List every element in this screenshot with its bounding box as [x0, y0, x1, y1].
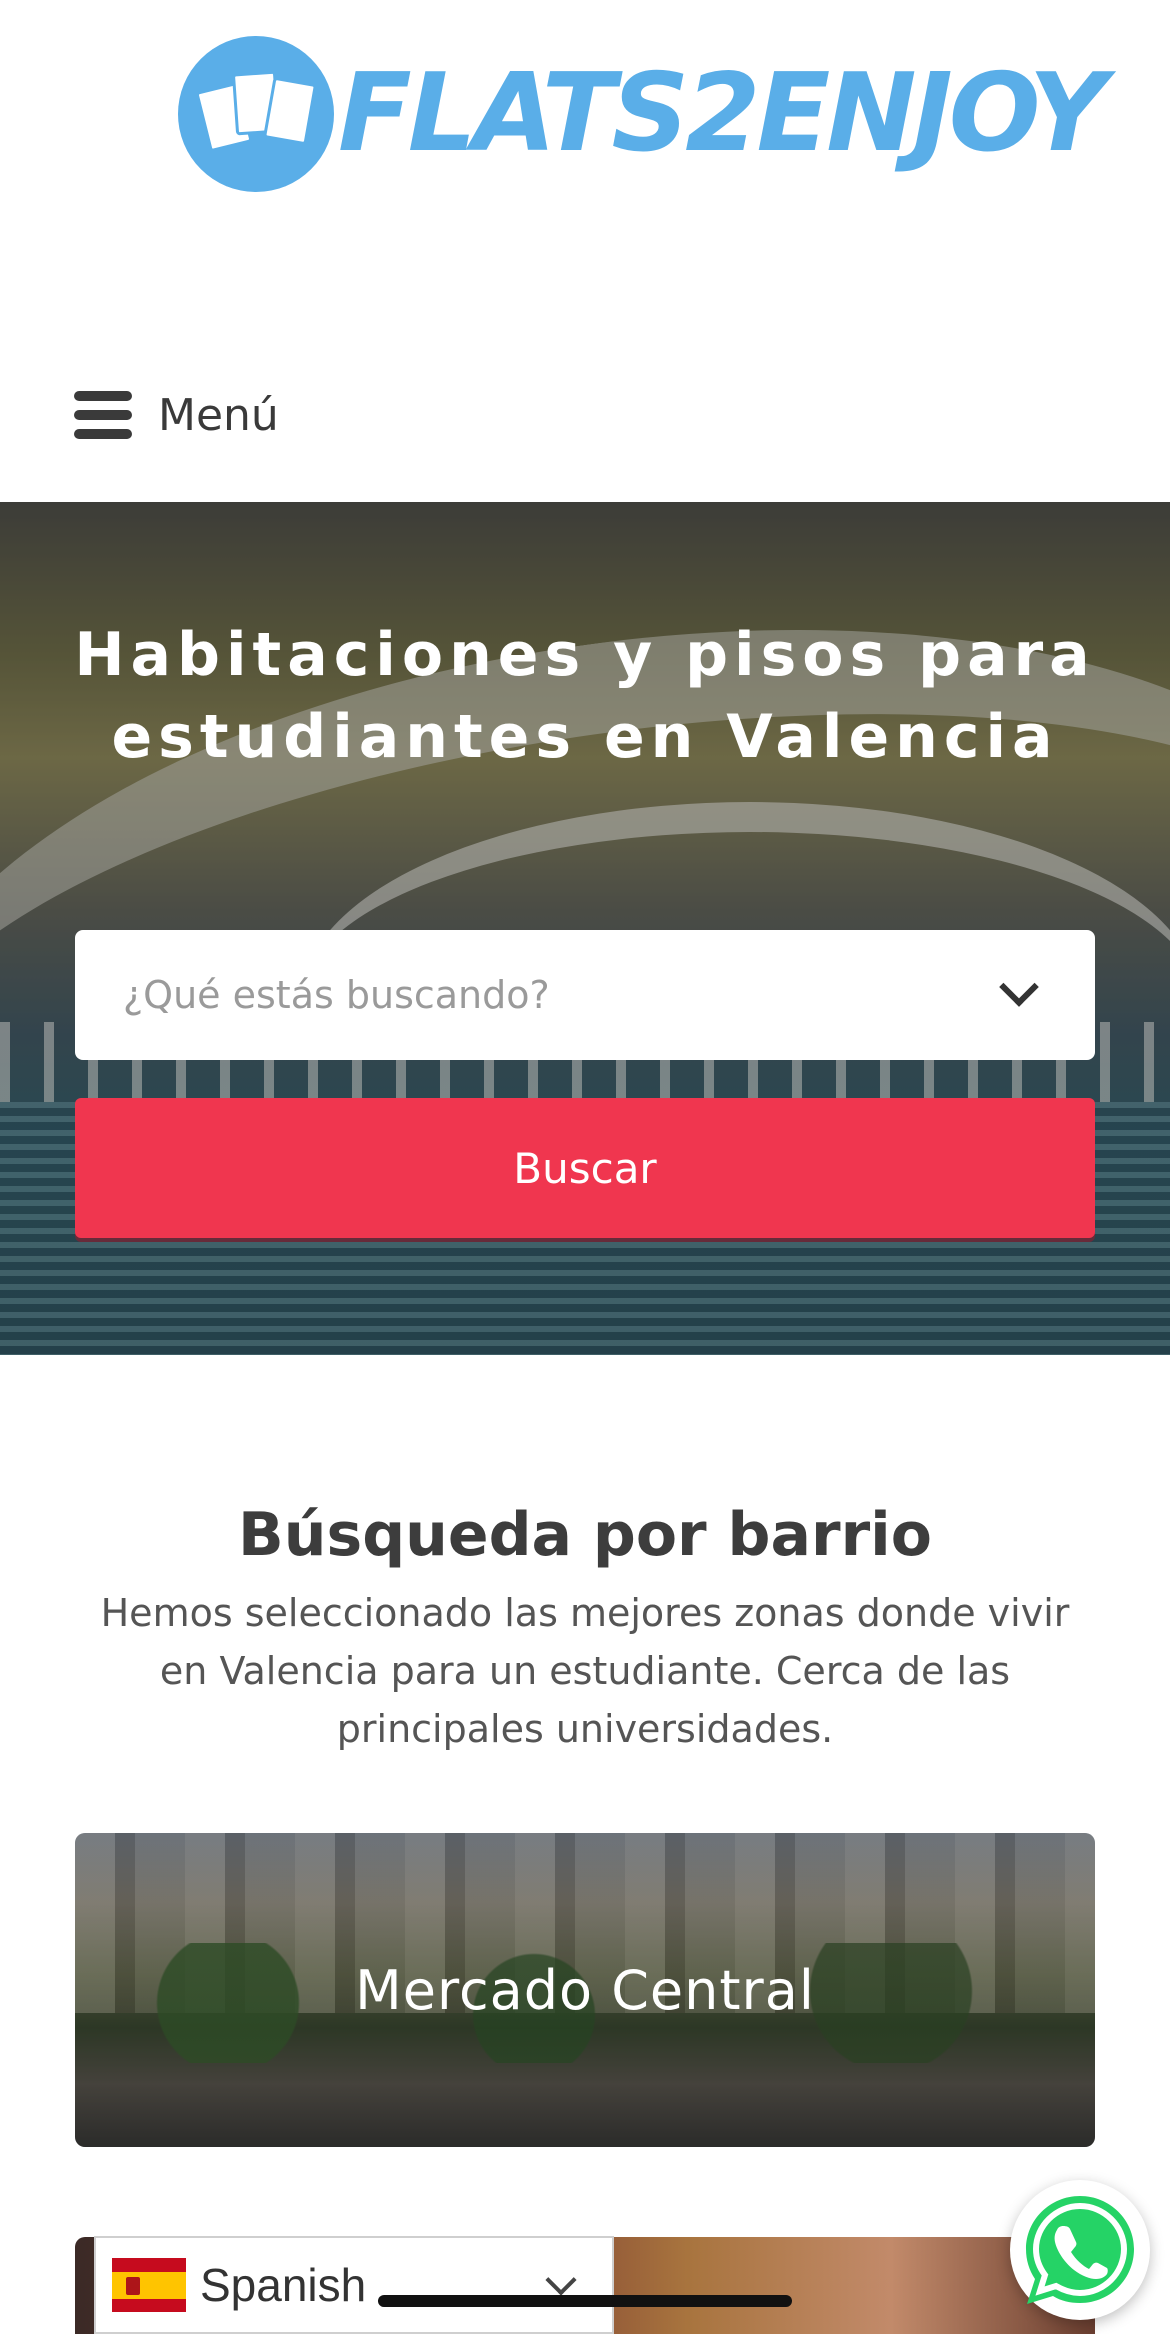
hamburger-icon — [74, 391, 132, 439]
chevron-down-icon — [999, 967, 1039, 1007]
language-select[interactable]: Spanish — [94, 2236, 614, 2334]
search-select[interactable]: ¿Qué estás buscando? — [75, 930, 1095, 1060]
hero-banner: Habitaciones y pisos para estudiantes en… — [0, 502, 1170, 1355]
home-indicator — [378, 2295, 792, 2307]
section-description: Hemos seleccionado las mejores zonas don… — [100, 1591, 1070, 1751]
whatsapp-button[interactable] — [1010, 2180, 1150, 2320]
neighborhood-card-label: Mercado Central — [355, 1958, 815, 2022]
spain-flag-icon — [112, 2258, 186, 2312]
hero-title: Habitaciones y pisos para estudiantes en… — [74, 620, 1096, 772]
neighborhood-card-mercado-central[interactable]: Mercado Central — [75, 1833, 1095, 2147]
site-logo[interactable]: FLATS2ENJOY — [178, 34, 1107, 194]
menu-label: Menú — [158, 389, 279, 441]
section-title: Búsqueda por barrio — [238, 1500, 932, 1570]
chevron-down-icon — [545, 2264, 577, 2296]
search-button[interactable]: Buscar — [75, 1098, 1095, 1238]
whatsapp-icon — [1026, 2196, 1134, 2304]
logo-text: FLATS2ENJOY — [338, 51, 1107, 176]
menu-toggle-button[interactable]: Menú — [74, 380, 279, 450]
search-placeholder: ¿Qué estás buscando? — [123, 973, 550, 1017]
logo-cards-icon — [178, 36, 334, 192]
